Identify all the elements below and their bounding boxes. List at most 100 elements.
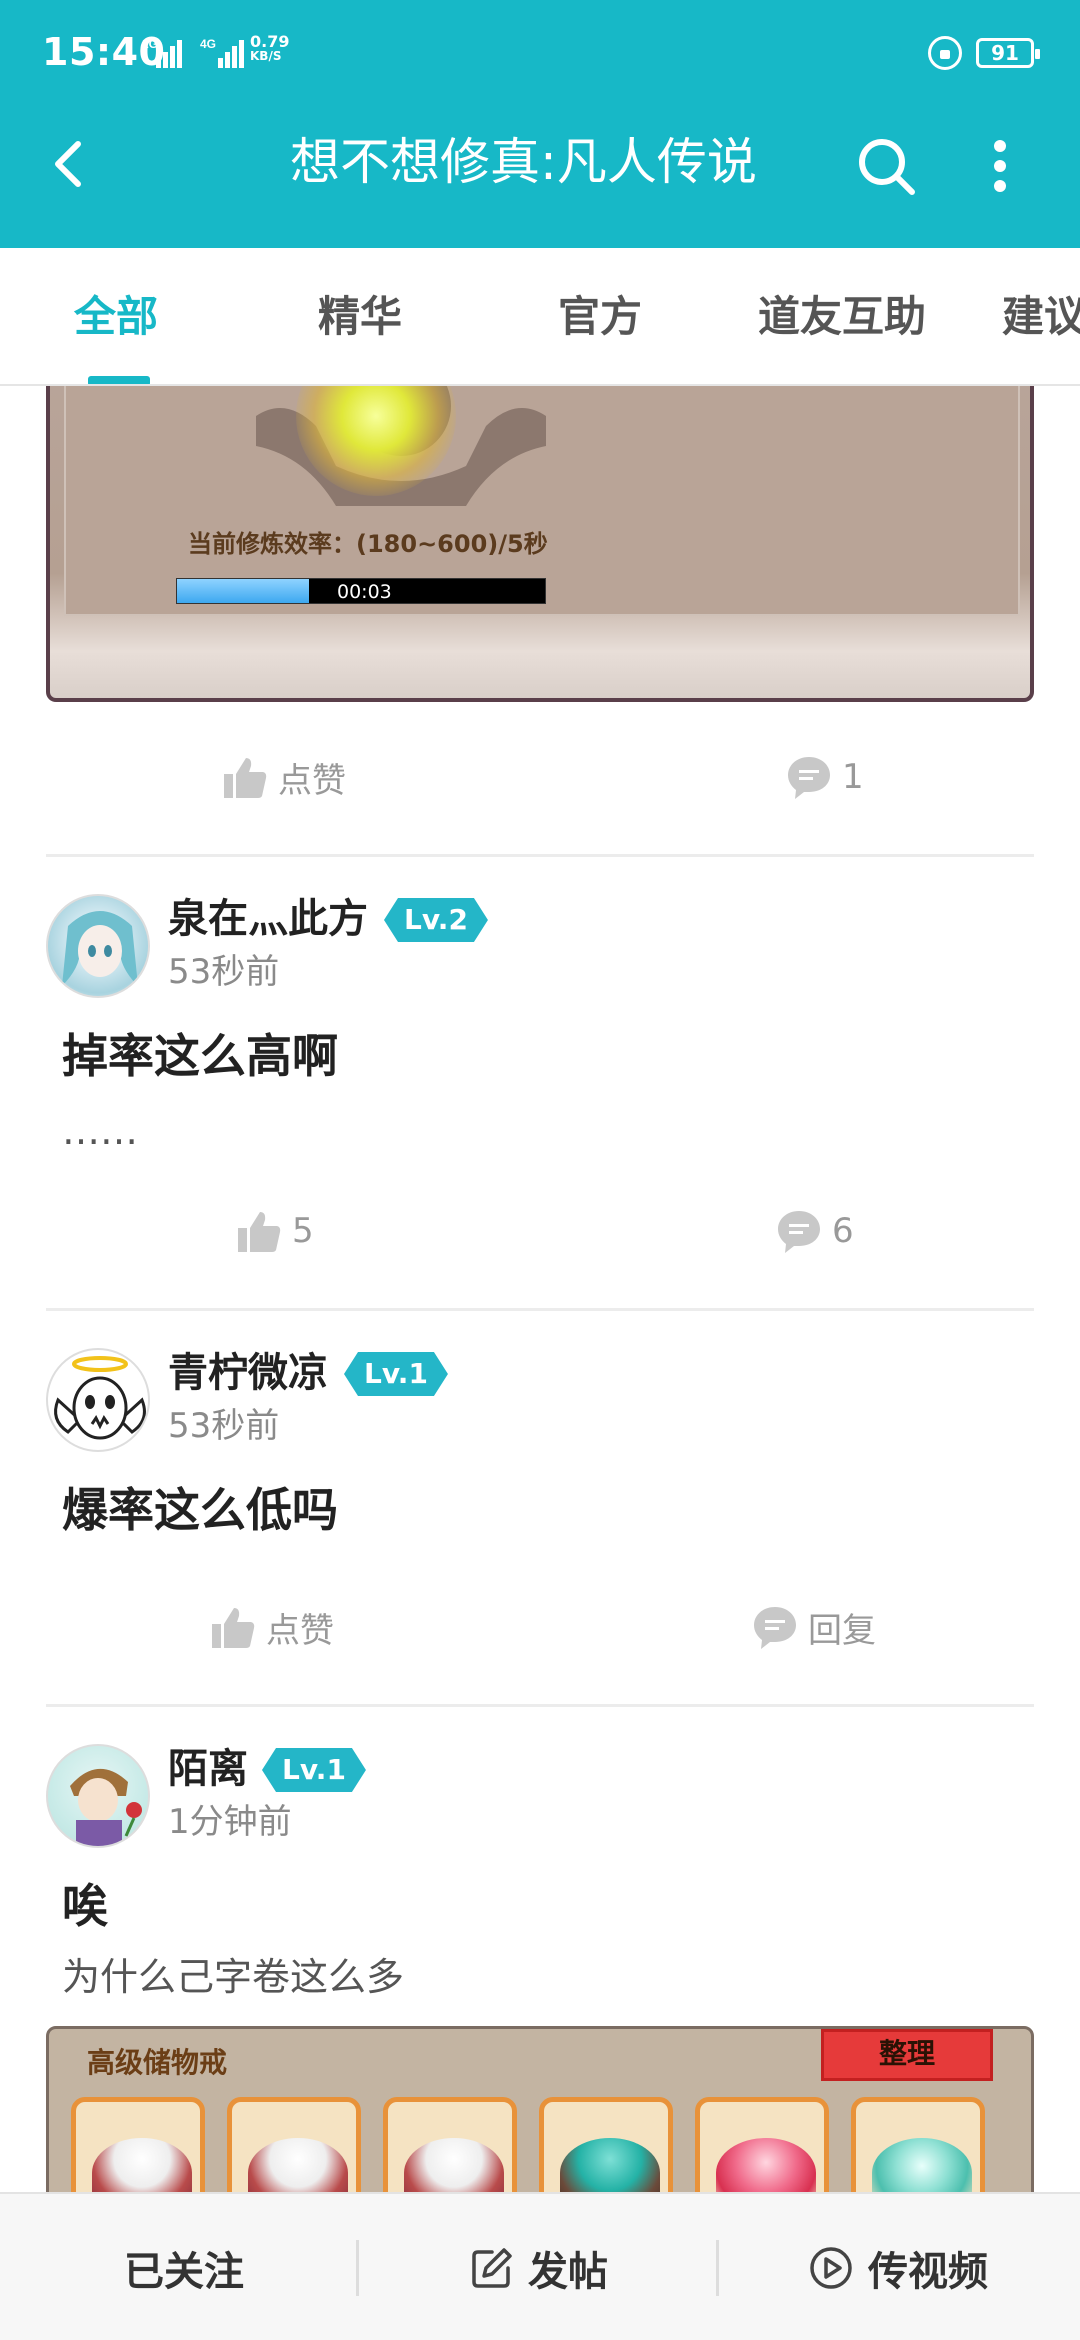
net-2g-label: 2G xyxy=(142,37,158,51)
avatar-anime-girl-image xyxy=(62,911,138,986)
post-divider xyxy=(46,1308,1034,1311)
avatar-angel-cartoon-image xyxy=(54,1356,146,1440)
net-4g-label: 4G xyxy=(200,37,216,51)
comment-bubble-icon xyxy=(778,1211,820,1253)
post-actions: 点赞 回复 xyxy=(46,1582,1034,1672)
bottom-divider xyxy=(716,2240,719,2296)
like-button[interactable]: 5 xyxy=(236,1186,314,1276)
post-header[interactable]: 青柠微凉 Lv.1 53秒前 xyxy=(46,1348,1034,1458)
new-post-label: 发帖 xyxy=(528,2249,608,2295)
thumbs-up-icon xyxy=(212,1608,255,1648)
comment-count: 6 xyxy=(832,1211,854,1251)
post-header[interactable]: 陌离 Lv.1 1分钟前 xyxy=(46,1744,1034,1854)
lotus-item-icon xyxy=(716,2138,816,2192)
signal-indicators: 2G 4G xyxy=(142,36,244,74)
tab-suggestions[interactable]: 建议 xyxy=(1002,292,1080,342)
upload-video-label: 传视频 xyxy=(868,2249,988,2295)
post-time: 1分钟前 xyxy=(168,1802,292,1842)
tab-mutual-help[interactable]: 道友互助 xyxy=(758,292,926,342)
post-body[interactable]: 为什么己字卷这么多 xyxy=(62,1952,404,2002)
username[interactable]: 陌离 xyxy=(168,1744,248,1794)
post-divider xyxy=(46,1704,1034,1707)
app-header: 15:40 2G 4G 0.79 KB/S 91 想不想修真:凡人传说 xyxy=(0,0,1080,248)
more-vertical-icon xyxy=(994,140,1006,192)
edit-icon xyxy=(472,2248,512,2288)
username[interactable]: 青柠微凉 xyxy=(168,1348,328,1398)
comment-button[interactable]: 1 xyxy=(786,732,864,822)
post-image-cultivation[interactable]: 当前修炼效率：(180~600)/5秒 00:03 xyxy=(46,386,1034,702)
game-panel: 当前修炼效率：(180~600)/5秒 00:03 xyxy=(64,386,1020,616)
tab-featured[interactable]: 精华 xyxy=(318,292,402,342)
post-actions: 点赞 1 xyxy=(46,732,1034,822)
progress-timer: 00:03 xyxy=(337,581,392,603)
like-count: 5 xyxy=(292,1211,314,1251)
post-title[interactable]: 爆率这么低吗 xyxy=(62,1480,338,1540)
bottom-divider xyxy=(356,2240,359,2296)
thumbs-up-icon xyxy=(224,758,267,798)
thumbs-up-icon xyxy=(238,1212,281,1252)
more-menu-button[interactable] xyxy=(970,132,1030,200)
page-title: 想不想修真:凡人传说 xyxy=(290,133,757,191)
upload-video-button[interactable]: 传视频 xyxy=(808,2194,988,2340)
post-feed[interactable]: 当前修炼效率：(180~600)/5秒 00:03 点赞 1 泉在灬此方 Lv.… xyxy=(0,386,1080,2192)
followed-button[interactable]: 已关注 xyxy=(124,2194,244,2340)
rice-bowl-item-icon xyxy=(92,2138,192,2192)
jade-cloud-item-icon xyxy=(872,2138,972,2192)
username[interactable]: 泉在灬此方 xyxy=(168,894,368,944)
level-badge: Lv.1 xyxy=(344,1352,448,1396)
ring-title: 高级储物戒 xyxy=(87,2046,228,2079)
post-time: 53秒前 xyxy=(168,952,280,992)
post-body[interactable]: …… xyxy=(62,1106,138,1156)
progress-fill xyxy=(177,579,310,603)
sort-button: 整理 xyxy=(821,2029,993,2081)
tab-all[interactable]: 全部 xyxy=(74,292,158,342)
post-divider xyxy=(46,854,1034,857)
comment-bubble-icon xyxy=(788,757,830,799)
signal-4g-icon: 4G xyxy=(200,36,244,74)
rice-bowl-item-icon xyxy=(248,2138,348,2192)
cultivation-progress-bar: 00:03 xyxy=(176,578,546,604)
search-button[interactable] xyxy=(852,132,920,200)
like-button[interactable]: 点赞 xyxy=(210,1582,334,1672)
play-circle-icon xyxy=(810,2247,852,2289)
like-label: 点赞 xyxy=(266,1610,334,1651)
post-image-storage-ring[interactable]: 高级储物戒 整理 xyxy=(46,2026,1034,2192)
bottom-action-bar: 已关注 发帖 传视频 xyxy=(0,2192,1080,2340)
back-arrow-icon xyxy=(55,141,81,187)
comment-button[interactable]: 6 xyxy=(776,1186,854,1276)
like-button[interactable]: 点赞 xyxy=(222,732,346,822)
rice-bowl-item-icon xyxy=(404,2138,504,2192)
level-badge: Lv.1 xyxy=(262,1748,366,1792)
signal-2g-icon: 2G xyxy=(142,36,182,74)
net-speed-value: 0.79 xyxy=(250,32,290,51)
avatar[interactable] xyxy=(46,894,150,998)
post-title[interactable]: 掉率这么高啊 xyxy=(62,1026,338,1086)
back-button[interactable] xyxy=(38,132,102,196)
like-label: 点赞 xyxy=(278,760,346,801)
cultivation-rate-text: 当前修炼效率：(180~600)/5秒 xyxy=(188,530,548,558)
inventory-slot xyxy=(539,2097,673,2192)
post-time: 53秒前 xyxy=(168,1406,280,1446)
new-post-button[interactable]: 发帖 xyxy=(470,2194,608,2340)
avatar-boy-with-flower-image xyxy=(70,1768,142,1846)
jade-bowl-item-icon xyxy=(560,2138,660,2192)
search-icon xyxy=(859,139,915,195)
followed-label: 已关注 xyxy=(124,2249,244,2295)
net-speed: 0.79 KB/S xyxy=(250,34,289,63)
rotation-lock-icon xyxy=(928,36,962,70)
reply-button[interactable]: 回复 xyxy=(752,1582,876,1672)
category-tabs: 全部 精华 官方 道友互助 建议 xyxy=(0,248,1080,386)
level-badge: Lv.2 xyxy=(384,898,488,942)
post-header[interactable]: 泉在灬此方 Lv.2 53秒前 xyxy=(46,894,1034,1004)
inventory-slot xyxy=(227,2097,361,2192)
toolbar: 想不想修真:凡人传说 xyxy=(0,110,1080,248)
avatar[interactable] xyxy=(46,1348,150,1452)
post-title[interactable]: 唉 xyxy=(62,1876,108,1936)
avatar[interactable] xyxy=(46,1744,150,1848)
post-actions: 5 6 xyxy=(46,1186,1034,1276)
inventory-slot xyxy=(71,2097,205,2192)
comment-count: 1 xyxy=(842,757,864,797)
inventory-slot xyxy=(695,2097,829,2192)
tab-official[interactable]: 官方 xyxy=(558,292,642,342)
net-speed-unit: KB/S xyxy=(250,49,282,63)
